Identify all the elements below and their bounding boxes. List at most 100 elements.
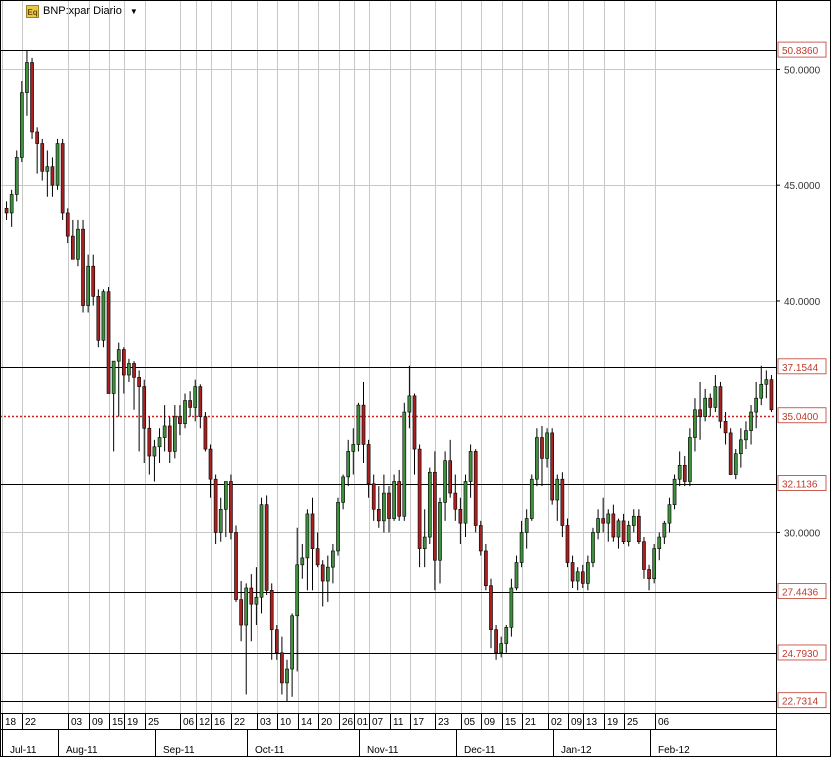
candle xyxy=(9,189,14,227)
candle-body-down xyxy=(264,504,269,591)
chart-header[interactable]: Eq BNP:xpar Diario ▼ xyxy=(26,3,138,19)
candle xyxy=(320,560,325,607)
candle xyxy=(688,428,692,487)
candle-body-down xyxy=(417,448,422,549)
candle-body-down xyxy=(642,541,646,570)
candle xyxy=(667,497,672,533)
x-day-label: 09 xyxy=(484,717,496,728)
x-day-label: 23 xyxy=(438,717,450,728)
candle xyxy=(239,581,243,642)
candle xyxy=(682,456,687,487)
candle xyxy=(606,509,611,542)
candle xyxy=(30,57,34,139)
candle xyxy=(218,497,223,542)
candle xyxy=(60,138,65,220)
x-month-label: Nov-11 xyxy=(367,745,399,756)
candle-body-up xyxy=(631,515,636,526)
candle xyxy=(331,544,335,584)
candle-body-down xyxy=(91,265,96,297)
candle-body-up xyxy=(285,668,289,684)
candle-body-down xyxy=(478,525,483,552)
candle-body-down xyxy=(167,425,172,452)
x-month-label: Aug-11 xyxy=(66,745,98,756)
candle xyxy=(586,555,590,591)
x-day-label: 26 xyxy=(342,717,354,728)
candle xyxy=(529,474,534,521)
candle-body-up xyxy=(172,416,177,452)
candle xyxy=(96,289,101,348)
candle-body-up xyxy=(662,522,667,538)
candle xyxy=(167,416,172,463)
candle xyxy=(417,444,422,568)
candle-body-up xyxy=(25,62,29,93)
candle-body-up xyxy=(407,395,412,413)
candle-body-down xyxy=(178,416,182,424)
candle xyxy=(397,469,402,521)
candle-body-up xyxy=(555,478,560,501)
candle-body-down xyxy=(320,564,325,582)
candle xyxy=(147,416,152,475)
candle-body-up xyxy=(744,430,748,441)
candle xyxy=(631,509,636,533)
candle-body-up xyxy=(652,548,656,580)
candle-body-up xyxy=(499,643,504,654)
candle-body-up xyxy=(703,397,707,417)
candle xyxy=(55,138,60,190)
candle-body-up xyxy=(14,157,19,195)
candle xyxy=(616,518,621,549)
candle xyxy=(392,474,396,521)
candle-body-up xyxy=(300,557,305,566)
candle-body-up xyxy=(616,520,621,538)
candle-body-up xyxy=(468,451,473,482)
x-day-label: 19 xyxy=(127,717,139,728)
candle-body-up xyxy=(183,400,187,424)
candle-body-down xyxy=(280,652,284,684)
candle-body-down xyxy=(269,590,274,630)
candle-body-down xyxy=(310,513,315,549)
candle-body-down xyxy=(484,550,488,586)
candle-body-up xyxy=(325,566,330,582)
candle-body-down xyxy=(494,629,498,654)
candle xyxy=(45,150,50,197)
candle-body-up xyxy=(596,518,600,533)
candle-body-up xyxy=(422,536,427,549)
candle-body-down xyxy=(188,400,192,408)
candle xyxy=(769,375,774,413)
candle xyxy=(509,578,514,637)
candle-body-up xyxy=(356,404,361,445)
candle xyxy=(336,497,340,556)
candle-body-up xyxy=(86,265,90,306)
x-day-label: 25 xyxy=(148,717,160,728)
candle-body-up xyxy=(127,363,131,376)
chevron-down-icon[interactable]: ▼ xyxy=(130,7,138,16)
candle-body-up xyxy=(504,627,509,644)
candle xyxy=(504,625,509,653)
candle-body-down xyxy=(203,416,208,450)
candle-body-up xyxy=(76,228,80,260)
symbol-label[interactable]: BNP:xpar Diario xyxy=(43,5,122,17)
candle xyxy=(50,157,55,197)
candle-body-down xyxy=(448,460,453,494)
x-day-label: 22 xyxy=(25,717,37,728)
candle xyxy=(213,474,218,545)
candle xyxy=(596,509,600,540)
candle-body-up xyxy=(45,166,50,172)
candle xyxy=(71,219,75,260)
candle-body-up xyxy=(739,439,743,455)
candle xyxy=(693,398,697,452)
price-level-label: 22.7314 xyxy=(782,697,819,708)
candle-body-down xyxy=(570,562,575,582)
candle xyxy=(127,358,131,382)
candle-body-down xyxy=(137,377,141,387)
candle xyxy=(259,497,264,614)
candle-body-down xyxy=(249,587,254,605)
candle-body-up xyxy=(764,379,769,385)
candle xyxy=(473,449,478,533)
candle xyxy=(35,127,39,174)
candle-body-up xyxy=(152,446,157,457)
candle xyxy=(494,625,498,660)
candle-body-up xyxy=(529,478,534,519)
candle-body-down xyxy=(142,386,147,429)
candle-body-down xyxy=(198,386,203,417)
candle xyxy=(285,659,289,702)
